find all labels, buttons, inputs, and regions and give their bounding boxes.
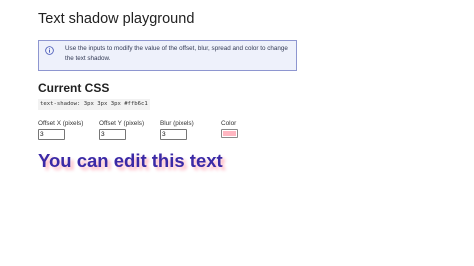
blur-control: Blur (pixels) [160,120,194,140]
current-css-heading: Current CSS [38,81,110,95]
offset-x-input[interactable] [38,129,65,140]
offset-y-control: Offset Y (pixels) [99,120,144,140]
offset-y-input[interactable] [99,129,126,140]
page-title: Text shadow playground [38,11,195,27]
color-picker[interactable] [221,129,238,138]
color-control: Color [221,120,238,138]
offset-x-label: Offset X (pixels) [38,120,84,127]
info-circle-icon [45,46,54,55]
offset-y-label: Offset Y (pixels) [99,120,145,127]
current-css-code: text-shadow: 3px 3px 3px #ffb6c1 [38,99,150,110]
info-notice: Use the inputs to modify the value of th… [38,40,297,71]
offset-x-control: Offset X (pixels) [38,120,83,140]
color-label: Color [221,120,237,127]
blur-input[interactable] [160,129,187,140]
blur-label: Blur (pixels) [160,120,194,127]
info-text: Use the inputs to modify the value of th… [65,45,288,62]
color-swatch-fill [223,131,236,136]
editable-demo-text[interactable]: You can edit this text [38,150,223,172]
